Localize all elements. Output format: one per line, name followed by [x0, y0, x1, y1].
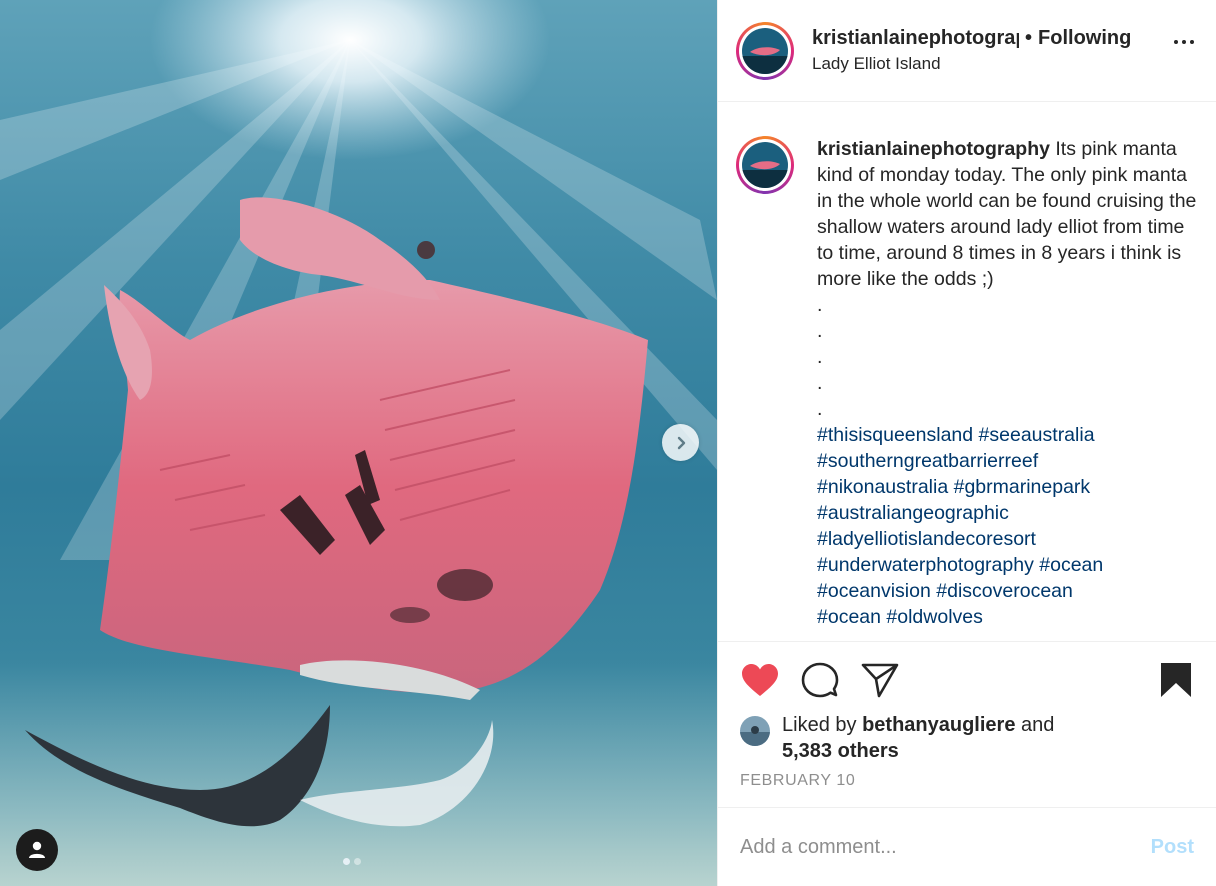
liker-avatar[interactable]	[740, 716, 770, 746]
carousel-dot-active	[343, 858, 350, 865]
post-sidebar: kristianlainephotography • Following Lad…	[717, 0, 1216, 886]
post-actions: Liked by bethanyaugliere and 5,383 other…	[718, 641, 1216, 886]
caption-text: Its pink manta kind of monday today. The…	[817, 138, 1197, 290]
heart-filled-icon	[742, 664, 778, 696]
post-comment-button[interactable]: Post	[1151, 836, 1194, 859]
paper-plane-icon	[861, 663, 899, 698]
hashtag-link[interactable]: #oldwolves	[886, 606, 982, 628]
hashtag-list: #thisisqueensland #seeaustralia #souther…	[817, 422, 1198, 630]
location-link[interactable]: Lady Elliot Island	[812, 54, 1162, 74]
likes-summary: Liked by bethanyaugliere and 5,383 other…	[740, 712, 1194, 764]
post-caption: kristianlainephotography Its pink manta …	[817, 136, 1198, 641]
more-options-icon[interactable]	[1174, 40, 1194, 44]
likes-prefix: Liked by	[782, 714, 857, 736]
post-header: kristianlainephotography • Following Lad…	[718, 0, 1216, 102]
avatar-image	[742, 27, 788, 74]
header-separator: •	[1025, 27, 1033, 49]
comment-button[interactable]	[800, 660, 840, 700]
carousel-dot	[354, 858, 361, 865]
caption-dot: .	[817, 372, 823, 394]
user-icon	[29, 841, 45, 858]
comments-area[interactable]: kristianlainephotography Its pink manta …	[718, 102, 1216, 641]
liked-by-user-link[interactable]: bethanyaugliere	[862, 714, 1015, 736]
hashtag-link[interactable]: #ladyelliotislandecoresort	[817, 528, 1036, 550]
avatar-image	[740, 716, 770, 746]
share-button[interactable]	[860, 660, 900, 700]
post-media[interactable]	[0, 0, 717, 886]
caption-dot: .	[817, 398, 823, 420]
like-button[interactable]	[740, 660, 780, 700]
author-avatar[interactable]	[736, 21, 794, 80]
caption-dot: .	[817, 346, 823, 368]
hashtag-link[interactable]: #ocean	[817, 606, 881, 628]
avatar-image	[742, 142, 788, 188]
hashtag-link[interactable]: #discoverocean	[936, 580, 1073, 602]
manta-photo	[0, 0, 717, 886]
author-username[interactable]: kristianlainephotography	[812, 27, 1019, 50]
caption-username[interactable]: kristianlainephotography	[817, 138, 1050, 160]
hashtag-link[interactable]: #seeaustralia	[979, 424, 1095, 446]
add-comment-bar: Post	[718, 807, 1216, 886]
hashtag-link[interactable]: #gbrmarinepark	[954, 476, 1091, 498]
comment-icon	[801, 662, 839, 698]
likes-count-link[interactable]: 5,383 others	[782, 740, 899, 762]
caption-dot: .	[817, 294, 823, 316]
hashtag-link[interactable]: #ocean	[1039, 554, 1103, 576]
hashtag-link[interactable]: #underwaterphotography	[817, 554, 1034, 576]
caption-dot: .	[817, 320, 823, 342]
next-slide-button[interactable]	[662, 424, 699, 461]
caption-avatar[interactable]	[736, 136, 794, 194]
hashtag-link[interactable]: #oceanvision	[817, 580, 931, 602]
carousel-indicator	[343, 858, 361, 865]
chevron-right-icon	[677, 436, 685, 449]
bookmark-filled-icon	[1161, 663, 1191, 697]
post-container: kristianlainephotography • Following Lad…	[0, 0, 1216, 886]
likes-and: and	[1021, 714, 1055, 736]
hashtag-link[interactable]: #southerngreatbarrierreef	[817, 450, 1038, 472]
save-button[interactable]	[1156, 660, 1196, 700]
tagged-users-button[interactable]	[16, 829, 58, 871]
hashtag-link[interactable]: #australiangeographic	[817, 502, 1009, 524]
hashtag-link[interactable]: #thisisqueensland	[817, 424, 973, 446]
hashtag-link[interactable]: #nikonaustralia	[817, 476, 948, 498]
following-button[interactable]: Following	[1038, 27, 1131, 50]
comment-input[interactable]	[740, 835, 1151, 859]
post-date[interactable]: FEBRUARY 10	[740, 772, 1194, 790]
